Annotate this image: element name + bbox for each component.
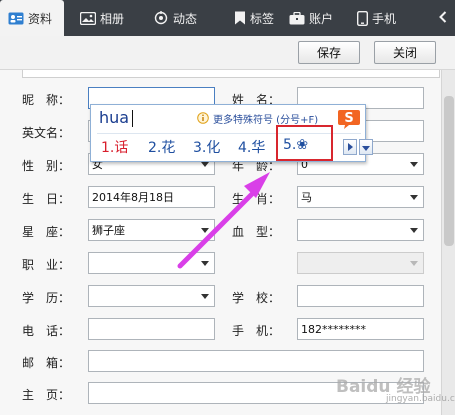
bookmark-tag-icon [234,11,246,25]
chevron-down-icon [410,195,418,200]
scrollbar-thumb[interactable] [444,96,454,246]
info-icon [197,112,209,127]
photo-album-icon [80,11,96,25]
chevron-left-icon [439,10,447,26]
chevron-down-icon [201,228,209,233]
tab-account[interactable]: 账户 [289,0,333,36]
education-label: 学 历： [22,291,71,305]
baidu-watermark-url: jingyan.baidu.com [386,394,455,404]
mobile-label: 手 机： [232,324,281,338]
ime-candidate-1[interactable]: 1.话 [101,137,128,157]
birthday-input[interactable]: 2014年8月18日 [88,186,215,208]
sogou-logo-letter: S [344,111,353,126]
chevron-down-icon [410,228,418,233]
activity-icon [153,11,169,25]
tab-label: 手机 [372,11,397,26]
tab-profile[interactable]: 资料 [0,0,64,36]
ime-hint-text[interactable]: 更多特殊符号 (分号+F) [213,111,318,126]
school-label: 学 校： [232,291,281,305]
telephone-label: 电 话： [22,324,71,338]
ime-candidate-4[interactable]: 4.华 [238,137,265,157]
chevron-down-icon [410,261,418,266]
tab-scroll-left-button[interactable] [431,0,455,36]
tab-label: 资料 [28,11,53,26]
save-button[interactable]: 保存 [298,41,360,64]
triangle-right-icon [347,140,353,154]
gender-label: 性 别： [22,159,71,173]
ime-caret [132,110,133,127]
disabled-select [297,252,424,274]
tab-label: 标签 [250,11,275,26]
ime-next-page-button[interactable] [343,139,357,155]
tab-bar: 资料 相册 动态 标签 账户 手机 [0,0,455,36]
email-input[interactable] [88,350,424,372]
zodiac-select[interactable]: 马 [297,186,424,208]
tab-label: 账户 [309,11,334,26]
blood-type-select[interactable] [297,219,424,241]
education-select[interactable] [88,285,215,307]
tab-label: 动态 [173,11,198,26]
chevron-down-icon [201,261,209,266]
homepage-label: 主 页： [22,388,71,402]
tab-phone[interactable]: 手机 [357,0,396,36]
tab-album[interactable]: 相册 [80,0,124,36]
ime-pinyin-input: hua [99,108,130,127]
nickname-label: 昵 称： [22,93,71,107]
chevron-down-icon [410,162,418,167]
birthday-label: 生 日： [22,192,71,206]
phone-icon [357,10,368,26]
mobile-input[interactable]: 182******** [297,318,424,340]
triangle-down-icon [362,140,370,154]
constellation-select[interactable]: 狮子座 [88,219,215,241]
job-label: 职 业： [22,258,71,272]
email-label: 邮 箱： [22,356,71,370]
english-name-label: 英文名： [22,126,71,140]
telephone-input[interactable] [88,318,215,340]
briefcase-icon [289,11,305,25]
tab-tags[interactable]: 标签 [234,0,274,36]
zodiac-value: 马 [301,191,312,204]
constellation-label: 星 座： [22,225,71,239]
zodiac-label: 生 肖： [232,192,281,206]
toolbar: 保存 关闭 [0,36,455,70]
ime-more-button[interactable] [359,139,373,155]
sogou-logo-icon: S [337,108,361,133]
blood-type-label: 血 型： [232,225,281,239]
ime-candidate-2[interactable]: 2.花 [148,137,175,157]
school-input[interactable] [297,285,424,307]
close-button[interactable]: 关闭 [374,41,436,64]
highlight-box [276,125,333,161]
chevron-down-icon [201,162,209,167]
chevron-down-icon [201,294,209,299]
vertical-scrollbar[interactable] [441,70,455,415]
ime-candidate-3[interactable]: 3.化 [193,137,220,157]
tab-activity[interactable]: 动态 [153,0,197,36]
constellation-value: 狮子座 [92,224,125,237]
profile-card-icon [8,12,24,25]
top-text-area[interactable] [22,70,440,78]
tab-label: 相册 [100,11,125,26]
job-select[interactable] [88,252,215,274]
